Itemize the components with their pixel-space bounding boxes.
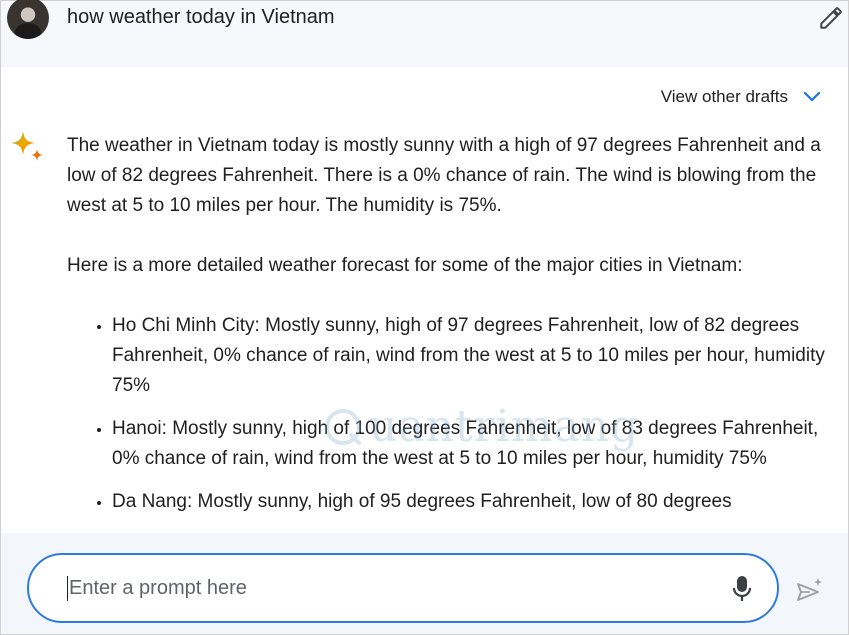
microphone-icon — [732, 576, 752, 601]
list-item: Ho Chi Minh City: Mostly sunny, high of … — [112, 311, 847, 401]
prompt-input[interactable] — [67, 576, 691, 601]
city-forecast-list: Ho Chi Minh City: Mostly sunny, high of … — [67, 311, 847, 517]
user-query-text: how weather today in Vietnam — [67, 6, 335, 28]
bard-sparkle-icon — [11, 131, 43, 161]
prompt-box — [27, 553, 779, 623]
user-query-bar: how weather today in Vietnam — [1, 0, 848, 67]
view-other-drafts-label: View other drafts — [660, 87, 788, 106]
response-content: The weather in Vietnam today is mostly s… — [67, 131, 847, 530]
list-item: Hanoi: Mostly sunny, high of 100 degrees… — [112, 414, 847, 474]
pencil-icon — [820, 7, 842, 29]
chevron-down-icon — [803, 91, 821, 102]
response-paragraph: Here is a more detailed weather forecast… — [67, 255, 743, 276]
user-avatar — [7, 0, 49, 39]
view-other-drafts-button[interactable]: View other drafts — [661, 87, 822, 107]
response-paragraph: The weather in Vietnam today is mostly s… — [67, 135, 821, 216]
prompt-area — [1, 533, 848, 634]
list-item: Da Nang: Mostly sunny, high of 95 degree… — [112, 487, 847, 517]
send-icon — [797, 578, 822, 601]
send-button[interactable] — [793, 575, 825, 607]
voice-input-button[interactable] — [729, 574, 755, 604]
edit-query-button[interactable] — [817, 4, 845, 32]
